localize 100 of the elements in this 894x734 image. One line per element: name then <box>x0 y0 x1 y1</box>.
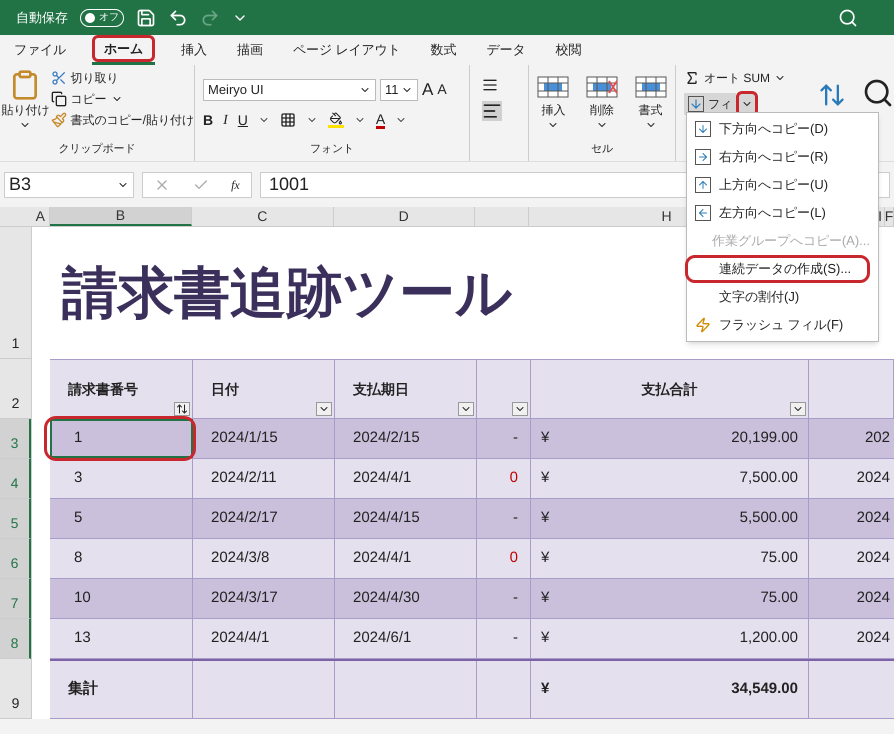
table-cell-text: 5,500.00 <box>740 508 798 528</box>
ribbon-tab[interactable]: ファイル <box>10 35 70 65</box>
column-heading: 請求書番号 <box>68 380 138 398</box>
ribbon-tab[interactable]: 数式 <box>426 35 461 65</box>
table-cell[interactable]: 1 <box>50 419 193 458</box>
row-header[interactable]: 8 <box>0 619 31 659</box>
sheet-title: 請求書追跡ツール <box>62 260 512 326</box>
save-icon[interactable] <box>136 8 156 28</box>
table-cell-text: 2024 <box>856 548 891 568</box>
table-cell[interactable]: 13 <box>50 619 193 658</box>
row-header[interactable]: 4 <box>0 459 31 499</box>
table-cell-text: 2024 <box>856 588 891 608</box>
row-header[interactable]: 9 <box>0 659 31 719</box>
menu-item[interactable]: フラッシュ フィル(F) <box>687 311 878 339</box>
copy-icon <box>50 91 67 107</box>
autosave-toggle[interactable]: オフ <box>80 8 124 26</box>
table-cell: 集計 <box>50 661 193 718</box>
italic-button[interactable]: I <box>223 110 228 130</box>
arrow-down-icon <box>695 121 711 137</box>
fill-color-icon[interactable] <box>328 112 344 128</box>
table-cell: 0 <box>477 459 531 498</box>
table-cell[interactable]: 8 <box>50 539 193 578</box>
menu-item[interactable]: 上方向へコピー(U) <box>687 171 878 199</box>
table-cell-text: 20,199.00 <box>731 428 798 448</box>
table-cell-text: 2024 <box>856 628 891 648</box>
undo-icon[interactable] <box>168 8 188 28</box>
filter-button[interactable] <box>790 402 806 416</box>
column-header[interactable]: D <box>334 207 475 226</box>
menu-item[interactable]: 連続データの作成(S)... <box>687 255 878 283</box>
highlight-outline <box>92 35 155 62</box>
filter-button[interactable] <box>458 402 474 416</box>
sort-filter-button[interactable] <box>174 402 190 416</box>
arrow-left-icon <box>695 205 711 221</box>
shrink-font-button[interactable]: A <box>437 79 447 100</box>
table-cell: - <box>477 499 531 538</box>
ribbon-tab[interactable]: 描画 <box>233 35 267 65</box>
table-cell: 2024/4/15 <box>335 499 477 538</box>
row-header[interactable]: 5 <box>0 499 31 539</box>
flash-fill-icon <box>695 317 711 333</box>
menu-item[interactable]: 右方向へコピー(R) <box>687 143 878 171</box>
search-icon[interactable] <box>838 8 858 28</box>
table-cell-text: 75.00 <box>760 548 798 568</box>
arrow-up-icon <box>695 177 711 193</box>
font-color-button[interactable]: A <box>376 112 386 128</box>
delete-cells-button[interactable]: 削除 <box>584 73 619 140</box>
ribbon-tab[interactable]: 挿入 <box>177 35 211 65</box>
filter-button[interactable] <box>316 402 332 416</box>
row-header[interactable]: 6 <box>0 539 31 579</box>
column-header[interactable]: B <box>50 207 192 226</box>
table-cell: 2024/4/30 <box>335 579 477 618</box>
row-header[interactable]: 1 <box>0 227 31 359</box>
table-cell: 2024/4/1 <box>193 619 335 658</box>
group-label: フォント <box>308 142 355 156</box>
filter-button[interactable] <box>512 402 528 416</box>
name-box[interactable]: B3 <box>4 172 134 198</box>
copy-button[interactable]: コピー <box>50 90 194 108</box>
format-cells-button[interactable]: 書式 <box>634 73 668 140</box>
autosum-button[interactable]: オート SUM <box>684 69 786 87</box>
table-cell: 2024/3/8 <box>193 539 335 578</box>
table-cell: 2024/4/1 <box>335 459 477 498</box>
row-header[interactable]: 7 <box>0 579 31 619</box>
font-size-field[interactable]: 11 <box>380 78 418 101</box>
find-icon[interactable] <box>862 77 894 109</box>
table-cell[interactable]: 5 <box>50 499 193 538</box>
table-cell[interactable]: 3 <box>50 459 193 498</box>
row-header[interactable]: 3 <box>0 419 31 459</box>
currency-symbol: ¥ <box>541 548 550 568</box>
ribbon-tab[interactable]: データ <box>482 35 530 65</box>
group-label: クリップボード <box>58 142 136 156</box>
format-painter-button[interactable]: 書式のコピー/貼り付け <box>50 111 194 129</box>
ribbon-tab[interactable]: ページ レイアウト <box>289 35 405 65</box>
borders-icon[interactable] <box>280 112 296 128</box>
table-cell: 2024/4/1 <box>335 539 477 578</box>
grow-font-button[interactable]: A <box>422 77 434 102</box>
ribbon-tab[interactable]: 校閲 <box>552 35 586 65</box>
table-cell[interactable]: 10 <box>50 579 193 618</box>
table-cell: 0 <box>477 539 531 578</box>
currency-symbol: ¥ <box>541 508 550 528</box>
currency-symbol: ¥ <box>541 428 550 448</box>
column-header[interactable]: C <box>192 207 334 226</box>
font-name-field[interactable]: Meiryo UI <box>203 78 376 101</box>
paste-button[interactable]: 貼り付け <box>0 69 51 140</box>
insert-cells-button[interactable]: 挿入 <box>536 73 570 140</box>
function-button[interactable]: fx <box>231 176 240 194</box>
table-cell: 2024/2/17 <box>193 499 335 538</box>
group-label: セル <box>590 142 614 156</box>
sort-icon <box>176 403 188 415</box>
table-cell: - <box>477 619 531 658</box>
column-heading: 日付 <box>211 380 239 398</box>
underline-button[interactable]: U <box>238 110 248 130</box>
menu-item[interactable]: 文字の割付(J) <box>687 283 878 311</box>
column-header[interactable]: F <box>885 207 894 226</box>
table-cell: 2024/2/11 <box>193 459 335 498</box>
bold-button[interactable]: B <box>203 110 214 130</box>
align-left-icon[interactable] <box>482 101 502 121</box>
cut-button[interactable]: 切り取り <box>50 69 194 87</box>
table-cell-text: 202 <box>864 428 891 448</box>
align-top-icon[interactable] <box>482 77 498 93</box>
menu-item[interactable]: 下方向へコピー(D) <box>687 115 878 143</box>
table-cell: 2024/6/1 <box>335 619 477 658</box>
